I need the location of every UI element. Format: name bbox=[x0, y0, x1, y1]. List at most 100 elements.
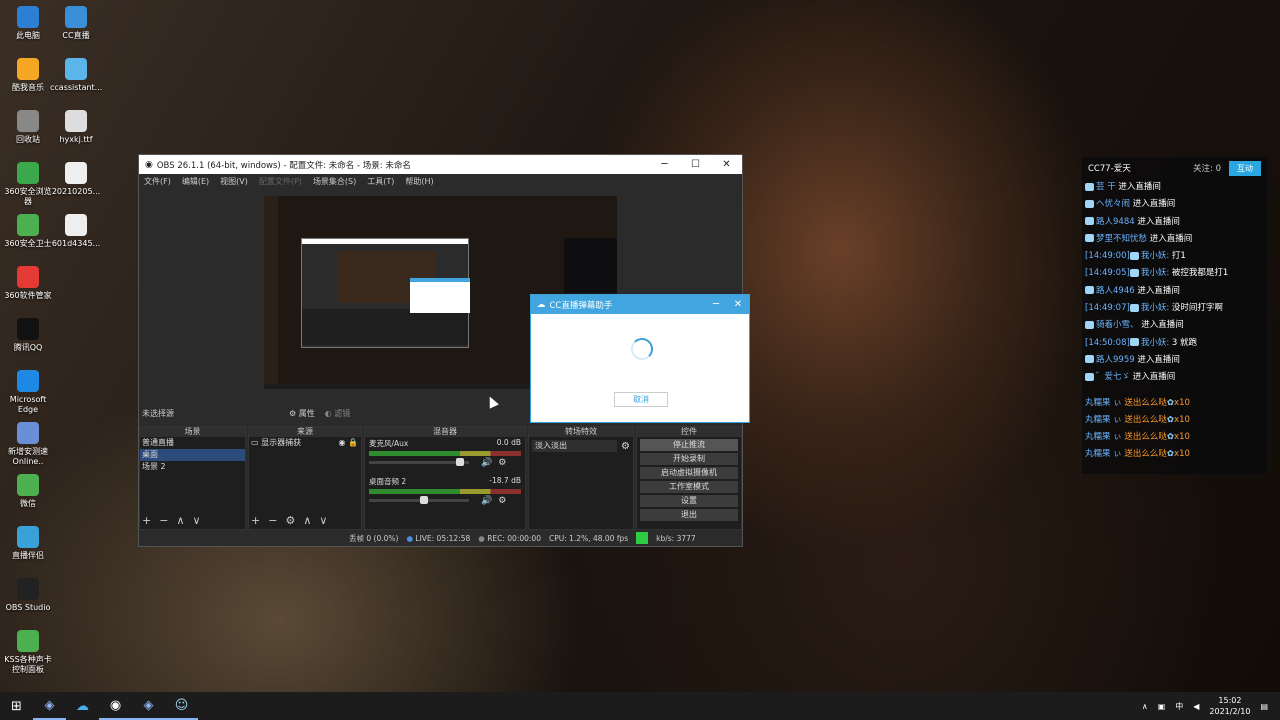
monitor-icon: ▭ bbox=[251, 438, 259, 447]
desktop-icon[interactable]: 360软件管家 bbox=[2, 266, 54, 301]
desktop-icon[interactable]: 回收站 bbox=[2, 110, 54, 145]
transition-select[interactable]: 淡入淡出 bbox=[532, 440, 618, 452]
menu-view[interactable]: 视图(V) bbox=[220, 176, 248, 187]
user-badge-icon bbox=[1085, 355, 1094, 364]
desktop-icon[interactable]: OBS Studio bbox=[2, 578, 54, 613]
controls-dock: 控件 停止推流 开始录制 启动虚拟摄像机 工作室模式 设置 退出 bbox=[636, 426, 742, 530]
windows-start-icon[interactable]: ⊞ bbox=[0, 692, 33, 720]
ime-indicator[interactable]: 中 bbox=[1175, 701, 1183, 712]
obs-titlebar[interactable]: ◉ OBS 26.1.1 (64-bit, windows) - 配置文件: 未… bbox=[139, 155, 742, 174]
scenes-dock-title: 场景 bbox=[140, 427, 245, 437]
desktop-icon[interactable]: 酷我音乐 bbox=[2, 58, 54, 93]
desktop-icon[interactable]: Microsoft Edge bbox=[2, 370, 54, 415]
speaker-icon[interactable]: 🔊 bbox=[481, 458, 492, 468]
minimize-icon[interactable]: ─ bbox=[649, 159, 680, 170]
filters-button[interactable]: ◐ 滤镜 bbox=[325, 408, 351, 419]
desktop-icon-label: ccassistant... bbox=[50, 83, 103, 92]
gift-message: 丸糯果 ぃ 送出么么哒✿x10 bbox=[1085, 449, 1190, 460]
start-recording-button[interactable]: 开始录制 bbox=[640, 453, 738, 465]
chevron-up-icon[interactable]: ∧ bbox=[303, 514, 311, 527]
menu-tools[interactable]: 工具(T) bbox=[367, 176, 394, 187]
desktop-icon-label: 360安全浏览器 bbox=[4, 187, 52, 206]
mixer-ch1-slider[interactable] bbox=[369, 458, 469, 466]
taskbar-speedtest-icon-2[interactable]: ◈ bbox=[132, 692, 165, 720]
source-item[interactable]: ▭ 显示器捕获 ◉ 🔒 bbox=[249, 437, 361, 449]
desktop-icon[interactable]: 新增安测速 Online.. bbox=[2, 422, 54, 467]
desktop-icon[interactable]: KSS各种声卡 控制面板 bbox=[2, 630, 54, 675]
desktop-icon[interactable]: 此电脑 bbox=[2, 6, 54, 41]
taskbar-obs-icon[interactable]: ◉ bbox=[99, 692, 132, 720]
notification-icon[interactable]: ▤ bbox=[1260, 702, 1268, 711]
network-icon[interactable]: ▣ bbox=[1158, 702, 1166, 711]
scene-item[interactable]: 普通直播 bbox=[140, 437, 245, 449]
volume-icon[interactable]: ◀ bbox=[1193, 702, 1199, 711]
desktop-icon[interactable]: 360安全卫士 bbox=[2, 214, 54, 249]
clock[interactable]: 15:02 2021/2/10 bbox=[1209, 695, 1250, 717]
font-file-icon bbox=[65, 110, 87, 132]
eye-icon[interactable]: ◉ 🔒 bbox=[339, 437, 361, 449]
start-virtual-camera-button[interactable]: 启动虚拟摄像机 bbox=[640, 467, 738, 479]
mixer-ch2-slider[interactable] bbox=[369, 496, 469, 504]
add-icon[interactable]: + bbox=[251, 514, 260, 527]
chat-message: [14:50:08] 我小妖: 3 就跑 bbox=[1085, 337, 1198, 348]
taskbar-cc-assistant-icon[interactable]: ☺ bbox=[165, 692, 198, 720]
desktop-icon-label: 新增安测速 Online.. bbox=[8, 447, 48, 466]
menu-edit[interactable]: 编辑(E) bbox=[182, 176, 209, 187]
live-status: ● LIVE: 05:12:58 bbox=[406, 533, 471, 543]
desktop-icon[interactable]: 微信 bbox=[2, 474, 54, 509]
desktop-icon[interactable]: 20210205... bbox=[50, 162, 102, 197]
gift-icon: ✿ bbox=[1166, 397, 1175, 408]
desktop-icon[interactable]: 601d4345... bbox=[50, 214, 102, 249]
computer-icon bbox=[17, 6, 39, 28]
remove-icon[interactable]: − bbox=[268, 514, 277, 527]
properties-button[interactable]: ⚙ 属性 bbox=[289, 408, 315, 419]
desktop-icon[interactable]: 直播伴侣 bbox=[2, 526, 54, 561]
speaker-icon[interactable]: 🔊 bbox=[481, 496, 492, 506]
minimize-icon[interactable]: ─ bbox=[705, 299, 727, 310]
gear-icon[interactable]: ⚙ bbox=[621, 441, 630, 452]
gear-icon[interactable]: ⚙ bbox=[285, 514, 295, 527]
close-icon[interactable]: ✕ bbox=[711, 159, 742, 170]
gear-icon[interactable]: ⚙ bbox=[498, 458, 506, 468]
loading-spinner-icon bbox=[631, 338, 653, 360]
chevron-up-icon[interactable]: ∧ bbox=[176, 514, 184, 527]
cancel-button[interactable]: 取消 bbox=[614, 392, 668, 407]
settings-button[interactable]: 设置 bbox=[640, 495, 738, 507]
filter-icon: ◐ bbox=[324, 408, 332, 418]
desktop-icon-label: 360软件管家 bbox=[4, 291, 52, 300]
chat-message: 梦里不知忧愁 进入直播间 bbox=[1082, 231, 1267, 248]
mixer-ch1-name: 麦克风/Aux bbox=[369, 439, 409, 448]
desktop-icon[interactable]: 360安全浏览器 bbox=[2, 162, 54, 207]
rec-status: ● REC: 00:00:00 bbox=[478, 533, 541, 543]
menu-file[interactable]: 文件(F) bbox=[144, 176, 171, 187]
add-icon[interactable]: + bbox=[142, 514, 151, 527]
taskbar-speedtest-icon[interactable]: ◈ bbox=[33, 692, 66, 720]
cc-dialog-titlebar[interactable]: ☁ CC直播弹幕助手 ─ ✕ bbox=[531, 295, 749, 314]
stop-streaming-button[interactable]: 停止推流 bbox=[640, 439, 738, 451]
close-icon[interactable]: ✕ bbox=[727, 299, 749, 310]
menu-help[interactable]: 帮助(H) bbox=[405, 176, 433, 187]
desktop-icon[interactable]: CC直播 bbox=[50, 6, 102, 41]
studio-mode-button[interactable]: 工作室模式 bbox=[640, 481, 738, 493]
chevron-up-icon[interactable]: ∧ bbox=[1142, 702, 1148, 711]
menu-scene-collection[interactable]: 场景集合(S) bbox=[313, 176, 356, 187]
taskbar-cc-live-icon[interactable]: ☁ bbox=[66, 692, 99, 720]
maximize-icon[interactable]: ☐ bbox=[680, 159, 711, 170]
menu-profile[interactable]: 配置文件(P) bbox=[259, 176, 302, 187]
scene-item[interactable]: 场景 2 bbox=[140, 461, 245, 473]
desktop-icon[interactable]: 腾讯QQ bbox=[2, 318, 54, 353]
chevron-down-icon[interactable]: ∨ bbox=[319, 514, 327, 527]
scene-item[interactable]: 桌面 bbox=[140, 449, 245, 461]
cc-danmaku-dialog[interactable]: ☁ CC直播弹幕助手 ─ ✕ 取消 bbox=[530, 294, 750, 423]
desktop-icon-label: 此电脑 bbox=[16, 31, 40, 40]
desktop-icon[interactable]: ccassistant... bbox=[50, 58, 102, 93]
desktop-icon[interactable]: hyxkj.ttf bbox=[50, 110, 102, 145]
gear-icon[interactable]: ⚙ bbox=[498, 496, 506, 506]
gift-icon: ✿ bbox=[1166, 432, 1175, 443]
exit-button[interactable]: 退出 bbox=[640, 509, 738, 521]
chevron-down-icon[interactable]: ∨ bbox=[193, 514, 201, 527]
user-badge-icon bbox=[1085, 234, 1094, 243]
bitrate-status: kb/s: 3777 bbox=[656, 533, 696, 543]
remove-icon[interactable]: − bbox=[159, 514, 168, 527]
interact-button[interactable]: 互动 bbox=[1229, 160, 1261, 176]
